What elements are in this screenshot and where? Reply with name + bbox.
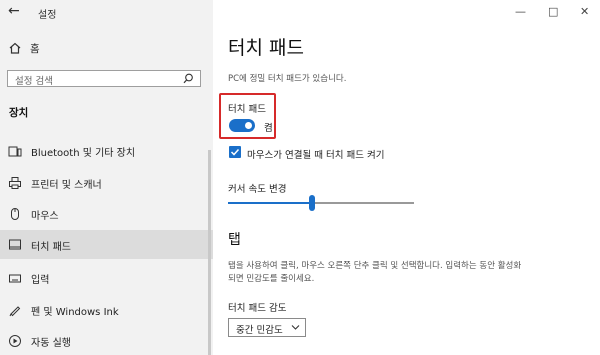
minimize-icon[interactable]: — [515,5,526,18]
dropdown-value: 중간 민감도 [236,325,283,336]
page-subtitle: PC에 정밀 터치 패드가 있습니다. [228,74,347,84]
checkbox-label: 마우스가 연결될 때 터치 패드 켜기 [247,150,385,161]
maximize-icon[interactable]: □ [548,5,558,18]
sidebar: ← 설정 홈 설정 검색 장치 Bluetooth 및 기타 장치 프린터 및 … [0,0,213,355]
tap-section-description: 탭을 사용하여 클릭, 마우스 오른쪽 단추 클릭 및 선택합니다. 입력하는 … [228,261,522,284]
sidebar-item-label: 펜 및 Windows Ink [31,307,119,318]
checkmark-icon [230,148,240,156]
home-icon [9,42,21,54]
cursor-speed-label: 커서 속도 변경 [228,184,287,195]
sidebar-item-printers[interactable]: 프린터 및 스캐너 [0,168,213,197]
pen-icon [9,306,21,317]
slider-thumb[interactable] [309,195,315,211]
back-arrow-icon[interactable]: ← [8,3,20,19]
sidebar-item-label: 터치 패드 [31,242,71,253]
search-placeholder: 설정 검색 [15,76,53,87]
printer-icon [9,177,21,189]
tap-section-heading: 탭 [228,232,241,248]
search-input[interactable]: 설정 검색 [7,70,201,87]
sidebar-item-touchpad[interactable]: 터치 패드 [0,230,213,259]
close-icon[interactable]: ✕ [580,5,589,18]
sidebar-item-bluetooth[interactable]: Bluetooth 및 기타 장치 [0,136,213,165]
titlebar: ← 설정 [0,0,213,26]
sidebar-item-pen[interactable]: 펜 및 Windows Ink [0,295,213,324]
sidebar-item-label: 자동 실행 [31,338,71,349]
page-title: 터치 패드 [228,37,304,59]
highlight-annotation [219,93,276,139]
autoplay-icon [9,335,21,347]
home-nav-item[interactable]: 홈 [0,37,213,59]
sensitivity-dropdown[interactable]: 중간 민감도 [228,318,306,337]
sidebar-scrollbar[interactable] [208,150,211,355]
slider-fill [228,202,312,204]
sidebar-item-typing[interactable]: 입력 [0,263,213,292]
main-content: — □ ✕ 터치 패드 PC에 정밀 터치 패드가 있습니다. 터치 패드 켬 … [213,0,600,355]
search-icon[interactable] [183,73,194,84]
touchpad-icon [9,239,21,250]
keyboard-icon [9,274,21,283]
sidebar-item-label: Bluetooth 및 기타 장치 [31,148,136,159]
mouse-connected-checkbox[interactable] [229,146,241,158]
sidebar-item-autoplay[interactable]: 자동 실행 [0,326,213,355]
sidebar-item-mouse[interactable]: 마우스 [0,199,213,228]
cursor-speed-slider[interactable] [228,195,414,211]
sidebar-item-label: 마우스 [31,211,59,222]
app-title: 설정 [38,10,57,21]
mouse-icon [11,208,19,220]
sidebar-item-label: 입력 [31,275,50,286]
home-label: 홈 [30,43,40,55]
sensitivity-label: 터치 패드 감도 [228,303,287,314]
bluetooth-devices-icon [8,146,22,157]
section-title: 장치 [9,107,29,119]
chevron-down-icon [291,325,300,330]
sidebar-item-label: 프린터 및 스캐너 [31,180,102,191]
